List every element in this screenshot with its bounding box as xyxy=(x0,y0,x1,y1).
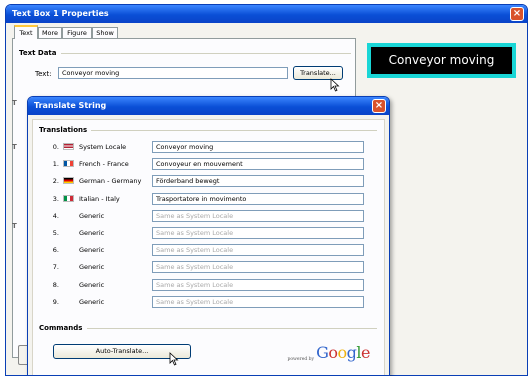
locale-label: Generic xyxy=(79,263,105,272)
translation-field[interactable]: Conveyor moving xyxy=(152,141,364,153)
close-icon[interactable]: × xyxy=(510,7,524,21)
dialog-close-icon[interactable]: × xyxy=(372,99,386,113)
dialog-title: Translate String xyxy=(34,101,107,110)
translate-string-dialog: Translate String × Translations 0. System… xyxy=(27,96,390,376)
translation-row: 0. System Locale Conveyor moving xyxy=(33,140,384,154)
locale-label: Generic xyxy=(79,297,105,306)
tab-figure[interactable]: Figure xyxy=(62,27,92,38)
locale-label: Generic xyxy=(79,280,105,289)
truncated-group-heading: T xyxy=(12,99,17,107)
text-preview: Conveyor moving xyxy=(367,43,516,78)
locale-label: Italian - Italy xyxy=(79,194,120,203)
translation-row: 9. Generic Same as System Locale xyxy=(33,295,384,309)
translation-field[interactable]: Same as System Locale xyxy=(152,295,364,308)
blank-flag-icon xyxy=(63,246,74,253)
translation-field[interactable]: Same as System Locale xyxy=(152,209,364,222)
translation-row: 8. Generic Same as System Locale xyxy=(33,278,384,292)
powered-by-label: powered by xyxy=(287,357,315,362)
translation-field[interactable]: Trasportatore in movimento xyxy=(152,192,364,205)
text-field[interactable]: Conveyor moving xyxy=(58,67,288,79)
row-index: 2. xyxy=(52,177,59,186)
germany-flag-icon xyxy=(63,177,74,185)
locale-label: Generic xyxy=(79,229,105,237)
window-title: Text Box 1 Properties xyxy=(12,9,109,18)
translations-heading: Translations xyxy=(39,126,88,134)
row-index: 9. xyxy=(52,297,59,306)
text-data-heading: Text Data xyxy=(19,49,57,57)
row-index: 7. xyxy=(52,263,59,272)
tab-show[interactable]: Show xyxy=(92,27,118,38)
translation-field[interactable]: Same as System Locale xyxy=(152,261,364,274)
translation-row: 6. Generic Same as System Locale xyxy=(33,243,384,257)
powered-by-google-logo: powered by Google xyxy=(287,343,370,362)
blank-flag-icon xyxy=(63,281,74,288)
locale-label: Generic xyxy=(79,211,105,220)
google-wordmark: Google xyxy=(316,343,370,362)
mouse-cursor-icon xyxy=(330,78,340,92)
locale-label: German - Germany xyxy=(79,177,142,186)
commands-heading: Commands xyxy=(39,324,83,332)
translation-field[interactable]: Same as System Locale xyxy=(152,244,364,257)
preview-label: Conveyor moving xyxy=(371,47,512,74)
row-index: 6. xyxy=(52,246,59,255)
blank-flag-icon xyxy=(63,298,74,305)
translation-row: 3. Italian - Italy Trasportatore in movime… xyxy=(33,192,384,206)
truncated-group-heading: T xyxy=(12,222,17,230)
translation-row: 1. French - France Convoyeur en mouvement xyxy=(33,157,384,171)
france-flag-icon xyxy=(63,160,74,168)
tab-more[interactable]: More xyxy=(38,27,62,38)
translation-field[interactable]: Same as System Locale xyxy=(152,227,364,239)
locale-label: French - France xyxy=(79,160,129,169)
text-label: Text: xyxy=(35,70,52,78)
truncated-group-heading: T xyxy=(12,143,17,151)
tab-text[interactable]: Text xyxy=(14,25,38,39)
translation-field[interactable]: Same as System Locale xyxy=(152,278,364,291)
translation-row: 4. Generic Same as System Locale xyxy=(33,209,384,223)
translation-field[interactable]: Convoyeur en mouvement xyxy=(152,158,364,171)
mouse-cursor-icon xyxy=(169,352,179,366)
italy-flag-icon xyxy=(63,194,74,202)
locale-label: System Locale xyxy=(79,143,127,151)
dialog-title-bar[interactable]: Translate String xyxy=(28,97,389,115)
divider xyxy=(87,328,377,329)
row-index: 3. xyxy=(52,194,59,203)
blank-flag-icon xyxy=(63,229,74,236)
translation-field[interactable]: Förderband bewegt xyxy=(152,175,364,188)
blank-flag-icon xyxy=(63,263,74,270)
row-index: 5. xyxy=(52,229,59,237)
divider xyxy=(61,53,351,54)
divider xyxy=(91,130,377,131)
translation-row: 2. German - Germany Förderband bewegt xyxy=(33,174,384,188)
row-index: 1. xyxy=(52,160,59,169)
row-index: 0. xyxy=(52,143,59,151)
translation-row: 5. Generic Same as System Locale xyxy=(33,226,384,240)
dialog-body: Translations 0. System Locale Conveyor mov… xyxy=(32,119,385,375)
translation-row: 7. Generic Same as System Locale xyxy=(33,260,384,274)
us-flag-icon xyxy=(63,143,74,150)
locale-label: Generic xyxy=(79,246,105,255)
row-index: 8. xyxy=(52,280,59,289)
row-index: 4. xyxy=(52,211,59,220)
title-bar[interactable]: Text Box 1 Properties xyxy=(6,5,527,23)
blank-flag-icon xyxy=(63,212,74,219)
